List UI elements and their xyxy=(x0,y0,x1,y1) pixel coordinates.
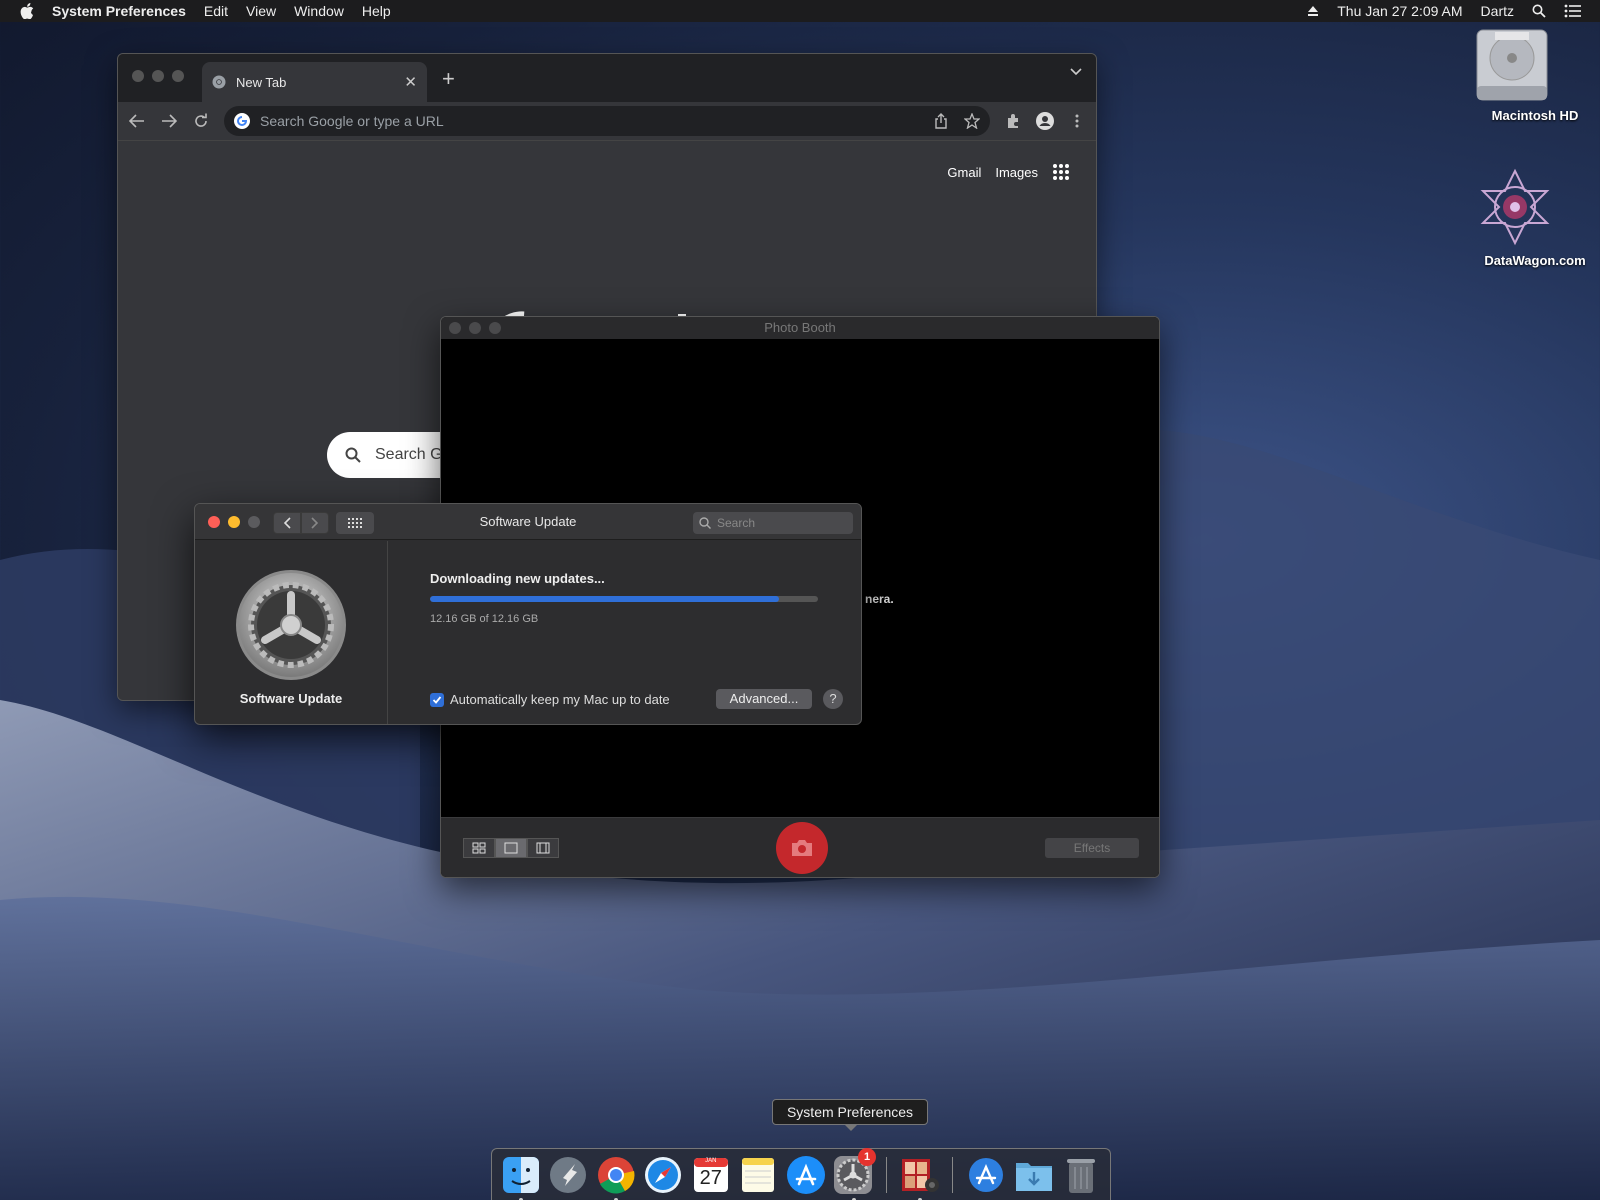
app-store-icon[interactable] xyxy=(785,1154,827,1196)
search-icon xyxy=(345,447,361,463)
chrome-menu-kebab-icon[interactable] xyxy=(1068,112,1086,130)
eject-icon[interactable] xyxy=(1307,5,1319,17)
chrome-toolbar: Search Google or type a URL xyxy=(118,102,1096,140)
google-top-links: Gmail Images xyxy=(947,163,1070,181)
google-g-icon xyxy=(234,113,250,129)
search-icon xyxy=(699,517,711,529)
downloads-folder-icon[interactable] xyxy=(1013,1154,1055,1196)
help-button[interactable]: ? xyxy=(823,689,843,709)
software-update-titlebar: Software Update Search xyxy=(195,504,861,540)
menu-clock[interactable]: Thu Jan 27 2:09 AM xyxy=(1337,3,1462,19)
preferences-search-field[interactable]: Search xyxy=(693,512,853,534)
safari-icon[interactable] xyxy=(643,1154,685,1196)
desktop-icon-macintosh-hd[interactable]: Macintosh HD xyxy=(1475,26,1595,123)
gmail-link[interactable]: Gmail xyxy=(947,165,981,180)
close-tab-icon[interactable]: ✕ xyxy=(404,73,417,91)
advanced-button[interactable]: Advanced... xyxy=(716,689,812,709)
menu-view[interactable]: View xyxy=(246,3,276,19)
menu-app-name[interactable]: System Preferences xyxy=(52,3,186,19)
notes-icon[interactable] xyxy=(738,1154,780,1196)
images-link[interactable]: Images xyxy=(995,165,1038,180)
video-layout-icon[interactable] xyxy=(527,838,559,858)
bookmark-star-icon[interactable] xyxy=(964,113,980,129)
tab-title: New Tab xyxy=(236,74,287,90)
search-placeholder: Search xyxy=(717,516,756,530)
photo-booth-toolbar: Effects xyxy=(441,817,1159,877)
single-photo-layout-icon[interactable] xyxy=(495,838,527,858)
download-size-text: 12.16 GB of 12.16 GB xyxy=(430,613,539,625)
profile-avatar-icon[interactable] xyxy=(1036,112,1054,130)
minimize-button[interactable] xyxy=(152,70,164,82)
software-update-main: Downloading new updates... 12.16 GB of 1… xyxy=(389,541,861,724)
app-store-downloads-icon[interactable] xyxy=(965,1154,1007,1196)
layout-selector xyxy=(463,838,559,858)
dock-tooltip: System Preferences xyxy=(772,1099,928,1131)
four-up-layout-icon[interactable] xyxy=(463,838,495,858)
gear-icon xyxy=(235,569,347,681)
photo-booth-window-controls xyxy=(449,322,501,334)
download-progress-fill xyxy=(430,596,780,602)
notification-badge: 1 xyxy=(858,1147,876,1166)
photo-booth-icon[interactable] xyxy=(899,1154,941,1200)
finder-icon[interactable] xyxy=(500,1154,542,1200)
dock-separator xyxy=(952,1156,954,1193)
minimize-button[interactable] xyxy=(469,322,481,334)
calendar-day: 27 xyxy=(699,1166,722,1189)
system-preferences-icon[interactable]: 1 xyxy=(833,1147,876,1200)
calendar-month: JAN xyxy=(705,1157,717,1164)
chrome-window-controls xyxy=(132,70,184,82)
forward-arrow-icon[interactable] xyxy=(160,112,178,130)
share-icon[interactable] xyxy=(934,113,948,129)
chrome-favicon-icon xyxy=(212,75,226,89)
dock: JAN 27 1 xyxy=(491,1147,1111,1200)
auto-update-checkbox[interactable] xyxy=(430,692,444,707)
google-apps-grid-icon[interactable] xyxy=(1052,163,1070,181)
menu-user[interactable]: Dartz xyxy=(1481,3,1514,19)
reload-icon[interactable] xyxy=(192,112,210,130)
pane-name: Software Update xyxy=(239,691,343,706)
software-update-window: Software Update Search Software Update D… xyxy=(194,503,862,725)
hard-drive-icon xyxy=(1475,26,1595,102)
apple-menu-icon[interactable] xyxy=(16,0,38,22)
desktop-icon-datawagon[interactable]: DataWagon.com xyxy=(1475,167,1595,268)
download-status-title: Downloading new updates... xyxy=(430,571,605,586)
calendar-icon[interactable]: JAN 27 xyxy=(690,1154,732,1196)
zoom-button[interactable] xyxy=(172,70,184,82)
desktop-icon-label: DataWagon.com xyxy=(1484,253,1586,268)
desktop-icon-label: Macintosh HD xyxy=(1491,108,1579,123)
menu-edit[interactable]: Edit xyxy=(204,3,228,19)
extensions-puzzle-icon[interactable] xyxy=(1004,112,1022,130)
menu-help[interactable]: Help xyxy=(362,3,391,19)
auto-update-option[interactable]: Automatically keep my Mac up to date xyxy=(430,692,670,707)
chrome-icon[interactable] xyxy=(595,1154,637,1200)
launchpad-icon[interactable] xyxy=(548,1154,590,1196)
close-button[interactable] xyxy=(449,322,461,334)
menu-bar: System Preferences Edit View Window Help… xyxy=(0,0,1600,22)
window-title: Photo Booth xyxy=(764,320,836,335)
new-tab-plus-icon[interactable]: + xyxy=(442,66,455,92)
tab-new-tab[interactable]: New Tab ✕ xyxy=(202,62,427,102)
spotlight-search-icon[interactable] xyxy=(1532,4,1546,18)
menu-window[interactable]: Window xyxy=(294,3,344,19)
trash-icon[interactable] xyxy=(1060,1154,1102,1196)
software-update-sidebar: Software Update xyxy=(195,541,388,724)
camera-message: nera. xyxy=(865,592,894,606)
network-server-icon xyxy=(1475,167,1595,247)
address-bar-placeholder: Search Google or type a URL xyxy=(260,113,444,129)
notification-center-icon[interactable] xyxy=(1564,4,1582,18)
address-bar[interactable]: Search Google or type a URL xyxy=(224,106,990,136)
close-button[interactable] xyxy=(132,70,144,82)
download-progress-bar xyxy=(430,596,818,602)
back-arrow-icon[interactable] xyxy=(128,112,146,130)
dock-separator xyxy=(886,1156,887,1193)
effects-button[interactable]: Effects xyxy=(1045,838,1139,858)
google-search-placeholder: Search G xyxy=(375,446,443,463)
chrome-tab-strip: New Tab ✕ + xyxy=(118,54,1096,102)
tab-search-chevron-icon[interactable] xyxy=(1070,68,1082,76)
auto-update-label: Automatically keep my Mac up to date xyxy=(450,692,670,707)
take-photo-camera-icon[interactable] xyxy=(776,822,828,874)
photo-booth-titlebar: Photo Booth xyxy=(441,317,1159,339)
zoom-button[interactable] xyxy=(489,322,501,334)
